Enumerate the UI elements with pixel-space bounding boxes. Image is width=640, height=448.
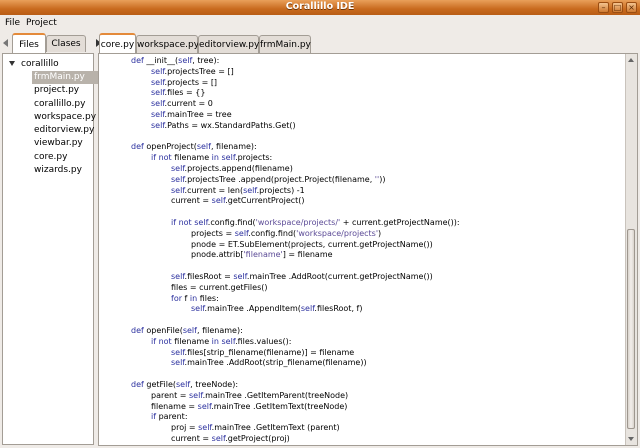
tabs-scroll-left-icon[interactable] — [3, 39, 8, 47]
maximize-button[interactable]: □ — [612, 2, 623, 13]
tree-item[interactable]: project.py — [32, 84, 98, 97]
code-line: self.filesRoot = self.mainTree .AddRoot(… — [171, 271, 433, 281]
code-line: for f in files: — [171, 293, 219, 303]
code-line: self.current = 0 — [151, 99, 213, 109]
tab-classes[interactable]: Clases — [46, 35, 86, 52]
code-line: self.files = {} — [151, 88, 206, 98]
code-line: proj = self.mainTree .GetItemText (paren… — [171, 423, 340, 433]
tree-root-label: corallillo — [21, 59, 59, 69]
scroll-down-icon[interactable] — [628, 437, 634, 441]
code-line: if parent: — [151, 412, 188, 422]
tab-files[interactable]: Files — [12, 33, 46, 53]
code-line: self.current = len(self.projects) -1 — [171, 185, 305, 195]
menu-bar: File Project — [0, 15, 640, 33]
code-line: self.projectsTree = [] — [151, 66, 234, 76]
code-line: pnode = ET.SubElement(projects, current.… — [191, 239, 433, 249]
editor-tab[interactable]: core.py — [99, 33, 136, 53]
code-line: self.mainTree .AddRoot(strip_filename(fi… — [171, 358, 367, 368]
editor-panel: core.py workspace.py editorview.py frmMain.… — [96, 33, 640, 448]
code-line: def __init__(self, tree): — [131, 56, 220, 65]
scroll-thumb[interactable] — [627, 229, 635, 429]
tree-item[interactable]: frmMain.py — [32, 71, 99, 85]
code-line: if not filename in self.files.values(): — [151, 336, 292, 346]
code-line: current = self.getProject(proj) — [171, 433, 290, 443]
window-title: Corallillo IDE — [285, 1, 355, 12]
tree-item[interactable]: core.py — [32, 151, 98, 164]
code-line: self.projectsTree .append(project.Projec… — [171, 174, 386, 184]
tree-item[interactable]: editorview.py — [32, 124, 98, 137]
code-line: def openFile(self, filename): — [131, 325, 243, 335]
minimize-button[interactable]: – — [598, 2, 609, 13]
editor-tab[interactable]: workspace.py — [136, 35, 199, 53]
code-line: filename = self.mainTree .GetItemText(tr… — [151, 401, 348, 411]
code-line: parent = self.mainTree .GetItemParent(tr… — [151, 390, 349, 400]
code-line: self.projects.append(filename) — [171, 163, 293, 173]
code-line: def getFile(self, treeNode): — [131, 379, 239, 389]
menu-project[interactable]: Project — [26, 18, 57, 28]
expand-triangle-icon[interactable] — [9, 61, 15, 66]
code-line: pnode.attrib['filename'] = filename — [191, 250, 333, 260]
title-bar: Corallillo IDE – □ × — [0, 0, 640, 15]
code-line: def openProject(self, filename): — [131, 142, 257, 152]
tree-item[interactable]: viewbar.py — [32, 137, 98, 150]
tree-item[interactable]: wizards.py — [32, 164, 98, 177]
close-button[interactable]: × — [626, 2, 637, 13]
code-line: if not self.config.find('workspace/proje… — [171, 217, 460, 227]
code-line: projects = self.config.find('workspace/p… — [191, 228, 382, 238]
editor-tab[interactable]: frmMain.py — [259, 35, 311, 53]
scroll-up-icon[interactable] — [628, 58, 634, 62]
code-line: files = current.getFiles() — [171, 282, 268, 292]
code-editor[interactable]: def __init__(self, tree): self.projectsTr… — [98, 53, 638, 446]
project-panel: Files Clases corallillo frmMain.py projec… — [0, 33, 99, 448]
code-line: self.mainTree = tree — [151, 109, 232, 119]
editor-tab[interactable]: editorview.py — [198, 35, 259, 53]
code-line: if not filename in self.projects: — [151, 153, 273, 163]
code-line: current = self.getCurrentProject() — [171, 196, 305, 206]
code-line: self.Paths = wx.StandardPaths.Get() — [151, 120, 296, 130]
menu-file[interactable]: File — [5, 18, 20, 28]
code-line: self.files[strip_filename(filename)] = f… — [171, 347, 355, 357]
code-line: self.projects = [] — [151, 77, 218, 87]
project-tree[interactable]: corallillo frmMain.py project.py corallill… — [2, 53, 99, 445]
tree-item[interactable]: workspace.py — [32, 111, 98, 124]
code-line: self.mainTree .AppendItem(self.filesRoot… — [191, 304, 363, 314]
vertical-scrollbar[interactable] — [625, 54, 637, 445]
tree-root[interactable]: corallillo — [9, 59, 59, 69]
tree-item[interactable]: corallillo.py — [32, 98, 98, 111]
